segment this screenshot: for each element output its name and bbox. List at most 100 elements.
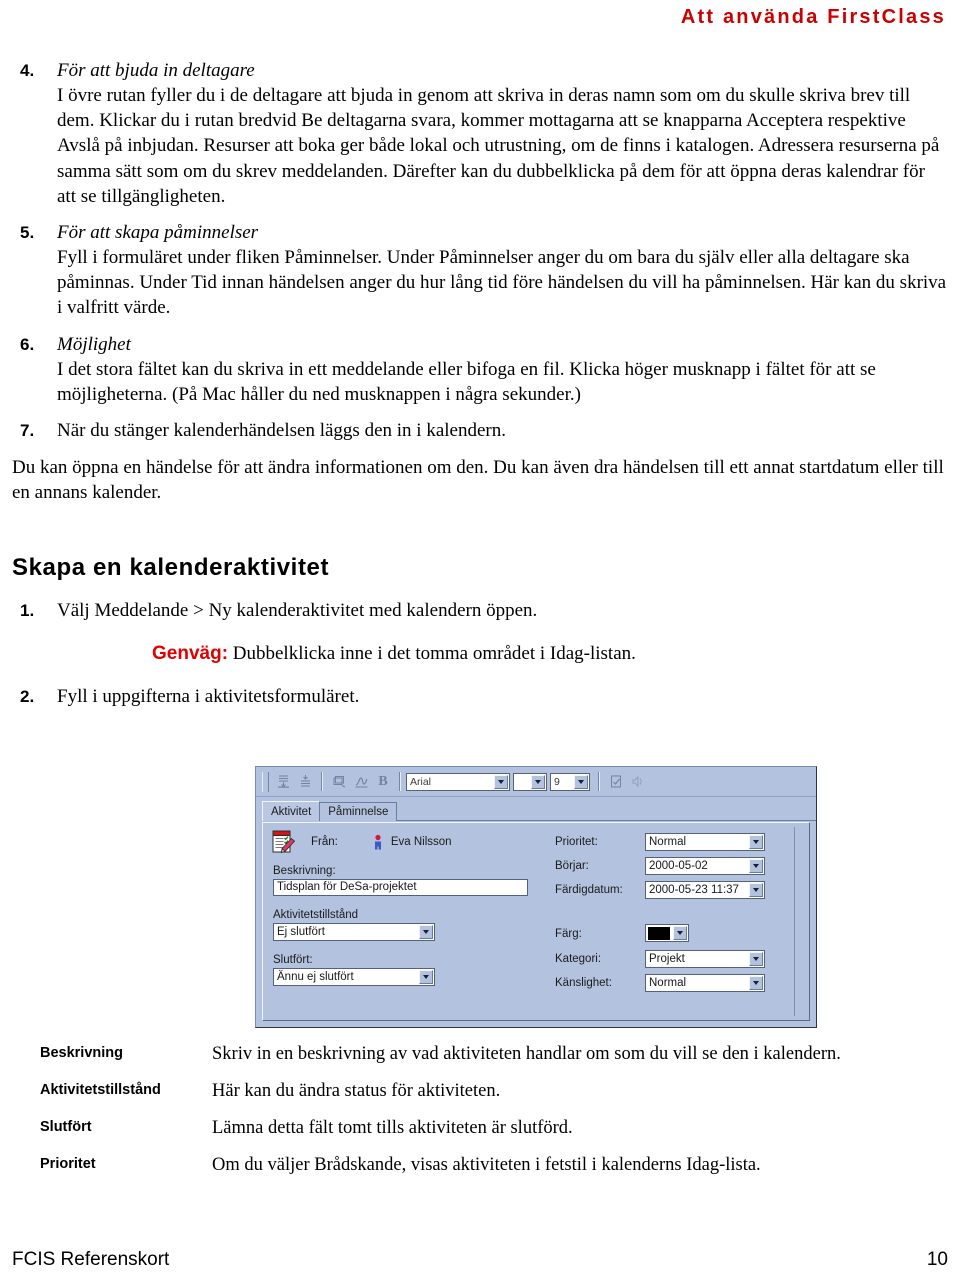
tab-paminnelse[interactable]: Påminnelse	[319, 802, 398, 821]
activity-dialog: B Arial 9 Aktivitet Påminnelse Från: Eva…	[255, 766, 817, 1028]
field-label-prioritet: Prioritet:	[555, 836, 598, 848]
prioritet-select[interactable]: Normal	[645, 833, 765, 851]
chevron-down-icon[interactable]	[749, 835, 763, 849]
definition-description: Lämna detta fält tomt tills aktiviteten …	[212, 1118, 573, 1138]
definition-term: Beskrivning	[40, 1045, 123, 1061]
signature-icon[interactable]	[350, 771, 372, 792]
kategori-value: Projekt	[649, 953, 685, 965]
chevron-down-icon[interactable]	[673, 926, 687, 940]
chevron-down-icon[interactable]	[749, 859, 763, 873]
definition-term: Prioritet	[40, 1156, 96, 1172]
step-body: När du stänger kalenderhändelsen läggs d…	[57, 420, 506, 442]
chevron-down-icon[interactable]	[419, 925, 433, 939]
step-body: Fyll i uppgifterna i aktivitetsformuläre…	[57, 685, 360, 707]
chevron-down-icon[interactable]	[749, 976, 763, 990]
step-number: 5.	[20, 223, 35, 243]
kanslighet-select[interactable]: Normal	[645, 974, 765, 992]
document-check-icon[interactable]	[605, 771, 627, 792]
field-label-kanslighet: Känslighet:	[555, 977, 612, 989]
person-icon	[372, 834, 384, 850]
definition-term: Aktivitetstillstånd	[40, 1082, 161, 1098]
running-head: Att använda FirstClass	[680, 6, 946, 28]
font-family-value: Arial	[410, 775, 432, 788]
tab-aktivitet[interactable]: Aktivitet	[262, 801, 321, 821]
step-body: I det stora fältet kan du skriva in ett …	[57, 358, 876, 405]
step-title: Möjlighet	[57, 333, 131, 355]
chevron-down-icon[interactable]	[749, 883, 763, 897]
section-heading: Skapa en kalenderaktivitet	[12, 553, 330, 581]
step-item: 6. Möjlighet I det stora fältet kan du s…	[12, 332, 948, 407]
farg-select[interactable]	[645, 924, 689, 942]
chevron-down-icon[interactable]	[574, 774, 588, 789]
document-body: 4. För att bjuda in deltagare I övre rut…	[12, 58, 948, 711]
toolbar-separator	[598, 772, 600, 791]
shortcut-label: Genväg:	[152, 642, 229, 664]
fardigdatum-select[interactable]: 2000-05-23 11:37	[645, 881, 765, 899]
kanslighet-value: Normal	[649, 977, 687, 989]
borjar-select[interactable]: 2000-05-02	[645, 857, 765, 875]
field-label-kategori: Kategori:	[555, 953, 602, 965]
toolbar-separator	[321, 772, 323, 791]
footer-left: FCIS Referenskort	[12, 1249, 170, 1270]
field-label: Slutfört:	[273, 954, 313, 966]
kategori-select[interactable]: Projekt	[645, 950, 765, 968]
definition-description: Här kan du ändra status för aktiviteten.	[212, 1081, 501, 1101]
from-value: Eva Nilsson	[390, 836, 452, 848]
chevron-down-icon[interactable]	[494, 774, 508, 789]
toolbar-grip[interactable]	[262, 771, 269, 792]
fardigdatum-value: 2000-05-23 11:37	[649, 884, 739, 896]
step-item: 5. För att skapa påminnelser Fyll i form…	[12, 220, 948, 321]
definition-term: Slutfört	[40, 1119, 92, 1135]
sound-icon[interactable]	[627, 771, 649, 792]
field-aktivitetstillstand: Aktivitetstillstånd Ej slutfört	[273, 909, 435, 941]
section-step-item: 1. Välj Meddelande > Ny kalenderaktivite…	[12, 598, 948, 623]
field-label-farg: Färg:	[555, 928, 582, 940]
definition-description: Skriv in en beskrivning av vad aktivitet…	[212, 1044, 841, 1064]
section-step-item: 2. Fyll i uppgifterna i aktivitetsformul…	[12, 684, 948, 709]
step-number: 6.	[20, 334, 35, 354]
step-title: För att bjuda in deltagare	[57, 60, 255, 81]
indent-decrease-icon[interactable]	[272, 771, 294, 792]
borjar-value: 2000-05-02	[649, 860, 708, 872]
field-slutfort: Slutfört: Ännu ej slutfört	[273, 954, 435, 986]
chevron-down-icon[interactable]	[419, 970, 433, 984]
shortcut-tip: Genväg: Dubbelklicka inne i det tomma om…	[152, 641, 948, 666]
page-footer: FCIS Referenskort 10	[12, 1249, 948, 1271]
step-title: För att skapa påminnelser	[57, 222, 259, 244]
slutfort-select[interactable]: Ännu ej slutfört	[273, 968, 435, 986]
chevron-down-icon[interactable]	[749, 952, 763, 966]
table-row: Prioritet Om du väljer Brådskande, visas…	[12, 1153, 948, 1177]
field-beskrivning: Beskrivning: Tidsplan för DeSa-projektet	[273, 865, 528, 896]
prioritet-value: Normal	[649, 836, 687, 848]
shortcut-text: Dubbelklicka inne i det tomma området i …	[232, 642, 636, 664]
step-item: 4. För att bjuda in deltagare I övre rut…	[12, 58, 948, 209]
dialog-tabs: Aktivitet Påminnelse	[262, 801, 816, 821]
toolbar-separator	[399, 772, 401, 791]
attach-icon[interactable]	[328, 771, 350, 792]
bold-icon[interactable]: B	[372, 771, 394, 792]
font-style-select[interactable]	[513, 772, 547, 791]
field-label-borjar: Börjar:	[555, 860, 589, 872]
field-label: Aktivitetstillstånd	[273, 909, 359, 921]
step-body: I övre rutan fyller du i de deltagare at…	[57, 85, 940, 207]
task-clipboard-icon	[271, 829, 297, 855]
chevron-down-icon[interactable]	[531, 774, 545, 789]
table-row: Aktivitetstillstånd Här kan du ändra sta…	[12, 1079, 948, 1103]
step-number: 4.	[20, 61, 35, 80]
beskrivning-input[interactable]: Tidsplan för DeSa-projektet	[273, 879, 528, 896]
dialog-toolbar: B Arial 9	[256, 767, 816, 797]
dialog-scrollbar[interactable]	[794, 827, 805, 1016]
step-number: 1.	[20, 600, 35, 620]
indent-increase-icon[interactable]	[294, 771, 316, 792]
tab-panel-aktivitet: Från: Eva Nilsson Beskrivning: Tidsplan …	[262, 822, 810, 1021]
from-row: Från: Eva Nilsson	[271, 829, 452, 855]
font-family-select[interactable]: Arial	[406, 772, 510, 791]
aktivitetstillstand-select[interactable]: Ej slutfört	[273, 923, 435, 941]
closing-paragraph: Du kan öppna en händelse för att ändra i…	[12, 457, 944, 504]
step-body: Välj Meddelande > Ny kalenderaktivitet m…	[57, 599, 538, 621]
font-size-select[interactable]: 9	[550, 772, 590, 791]
step-number: 7.	[20, 421, 35, 441]
step-number: 2.	[20, 686, 35, 706]
